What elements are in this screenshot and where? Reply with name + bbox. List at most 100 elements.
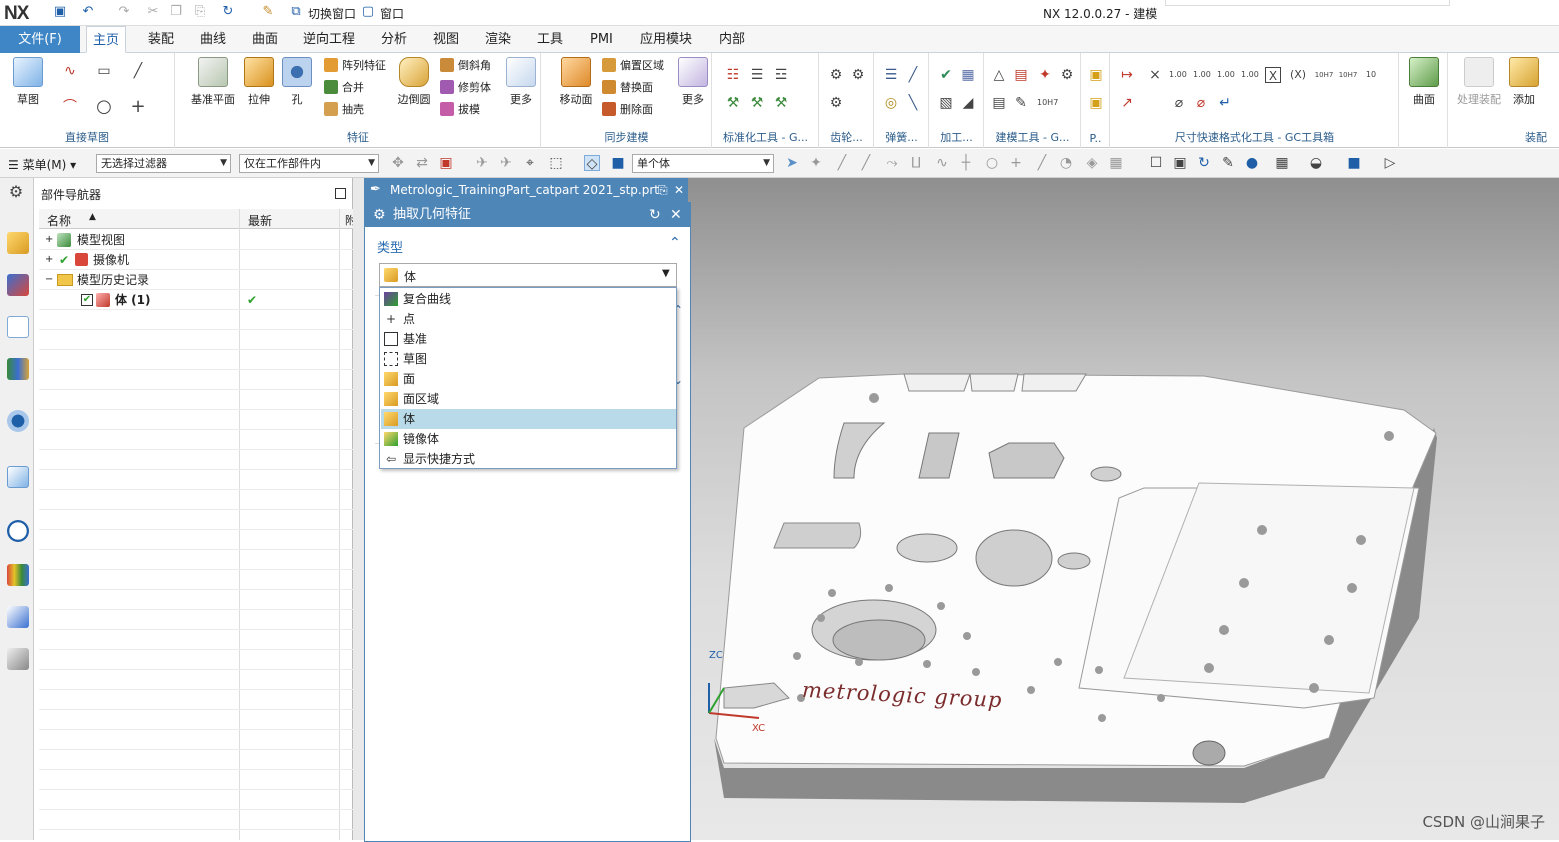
cut-icon[interactable]: ✂ — [145, 4, 161, 20]
delete-face-button[interactable]: 删除面 — [602, 101, 653, 119]
list-item[interactable]: 基准 — [381, 329, 676, 349]
snap-icon[interactable]: ✥ — [390, 155, 406, 171]
std-tool-3-icon[interactable]: ☲ — [773, 67, 789, 83]
snap-point-icon-9[interactable]: + — [1008, 155, 1024, 171]
column-latest-header[interactable]: 最新 — [248, 212, 272, 229]
dim-label-7[interactable]: 10H7 — [1313, 67, 1335, 83]
tab-render[interactable]: 渲染 — [479, 26, 517, 53]
document-tab[interactable]: ✒ Metrologic_TrainingPart_catpart 2021_s… — [364, 178, 688, 202]
snap-arrow-icon[interactable]: ➤ — [784, 155, 800, 171]
tab-file[interactable]: 文件(F) — [0, 26, 80, 53]
hole-button[interactable]: 孔 — [282, 57, 312, 107]
body-rule-select[interactable]: 单个体▼ — [632, 154, 774, 173]
maximize-icon[interactable] — [335, 188, 346, 199]
type-filter-icon[interactable]: ▣ — [438, 155, 454, 171]
switch-window-icon[interactable]: ⧉ — [288, 4, 304, 20]
rectangle-select-icon[interactable]: ⬚ — [548, 155, 564, 171]
list-item[interactable]: ⇦显示快捷方式 — [381, 449, 676, 469]
tree-row-model-views[interactable]: + 模型视图 — [39, 230, 353, 250]
list-item[interactable]: 复合曲线 — [381, 289, 676, 309]
sort-ascending-icon[interactable]: ▲ — [89, 212, 96, 222]
snap-point-icon-7[interactable]: ┼ — [958, 155, 974, 171]
part-navigator-icon[interactable] — [7, 316, 29, 338]
expand-icon[interactable]: + — [45, 250, 53, 270]
select-icon-3[interactable]: ⌖ — [522, 155, 538, 171]
snap-point-icon-4[interactable]: ⤳ — [884, 155, 900, 171]
machining-tool-3-icon[interactable]: ▧ — [938, 95, 954, 111]
std-tool-6-icon[interactable]: ⚒ — [773, 95, 789, 111]
tree-row-body[interactable]: ✔ 体 (1) ✔ — [39, 290, 353, 310]
tab-tools[interactable]: 工具 — [531, 26, 569, 53]
dim-tool-x-icon[interactable]: × — [1147, 67, 1163, 83]
list-item[interactable]: 草图 — [381, 349, 676, 369]
process-assembly-button[interactable]: 处理装配 — [1453, 57, 1505, 107]
feature-more-button[interactable]: 更多 — [506, 57, 536, 107]
replace-face-button[interactable]: 替换面 — [602, 79, 653, 97]
body-select-icon[interactable]: ◇ — [584, 155, 600, 171]
std-tool-5-icon[interactable]: ⚒ — [749, 95, 765, 111]
menu-button[interactable]: ☰ 菜单(M) ▾ — [8, 156, 76, 173]
repeat-command-icon[interactable]: ↻ — [220, 4, 236, 20]
style-icon[interactable]: ● — [1244, 155, 1260, 171]
window-icon[interactable]: ▢ — [360, 4, 376, 20]
arc-icon[interactable]: ⌒ — [62, 99, 78, 115]
list-item[interactable]: 面区域 — [381, 389, 676, 409]
dim-tool-5-icon[interactable]: ↵ — [1217, 95, 1233, 111]
machining-tool-1-icon[interactable]: ✔ — [938, 67, 954, 83]
tree-row-cameras[interactable]: + ✔ 摄像机 — [39, 250, 353, 270]
snap-point-icon-11[interactable]: ◔ — [1058, 155, 1074, 171]
tab-internal[interactable]: 内部 — [713, 26, 751, 53]
show-hide-icon[interactable]: ▷ — [1382, 155, 1398, 171]
surface-button[interactable]: 曲面 — [1406, 57, 1442, 107]
datum-plane-button[interactable]: 基准平面 — [190, 57, 236, 107]
dim-tool-3-icon[interactable]: ⌀ — [1171, 95, 1187, 111]
solid-body-icon[interactable]: ■ — [610, 155, 626, 171]
pattern-feature-button[interactable]: 阵列特征 — [324, 57, 386, 75]
line-icon[interactable]: ╱ — [130, 63, 146, 79]
modeling-tool-2-icon[interactable]: ▤ — [1013, 67, 1029, 83]
p-tool-2-icon[interactable]: ▣ — [1088, 95, 1104, 111]
dim-label-4[interactable]: 1.00 — [1241, 67, 1257, 83]
snap-point-icon-3[interactable]: ╱ — [858, 155, 874, 171]
spring-tool-1-icon[interactable]: ☰ — [883, 67, 899, 83]
close-icon[interactable]: ✕ — [670, 203, 682, 227]
perspective-icon[interactable]: ✎ — [1220, 155, 1236, 171]
type-select[interactable]: 体 ▼ — [379, 263, 677, 287]
column-name-header[interactable]: 名称 — [47, 212, 71, 229]
snap-point-icon-5[interactable]: ⨿ — [908, 155, 924, 171]
machining-tool-2-icon[interactable]: ▦ — [960, 67, 976, 83]
extrude-button[interactable]: 拉伸 — [242, 57, 276, 107]
dim-label-6[interactable]: (X) — [1287, 67, 1309, 83]
modeling-tool-5-icon[interactable]: ▤ — [991, 95, 1007, 111]
save-icon[interactable]: ▣ — [52, 4, 68, 20]
snap-point-icon-13[interactable]: ▦ — [1108, 155, 1124, 171]
trim-body-button[interactable]: 修剪体 — [440, 79, 491, 97]
p-tool-1-icon[interactable]: ▣ — [1088, 67, 1104, 83]
touch-mode-icon[interactable]: ✎ — [260, 4, 276, 20]
tab-analysis[interactable]: 分析 — [375, 26, 413, 53]
dim-tool-4-icon[interactable]: ⌀ — [1193, 95, 1209, 111]
std-tool-4-icon[interactable]: ⚒ — [725, 95, 741, 111]
select-icon-1[interactable]: ✈ — [474, 155, 490, 171]
roles-icon[interactable] — [7, 648, 29, 670]
snap-point-icon-8[interactable]: ○ — [984, 155, 1000, 171]
list-item[interactable]: 镜像体 — [381, 429, 676, 449]
tab-assembly[interactable]: 装配 — [142, 26, 180, 53]
tab-home[interactable]: 主页 — [86, 26, 126, 53]
undo-icon[interactable]: ↶ — [80, 4, 96, 20]
spring-tool-2-icon[interactable]: ╱ — [905, 67, 921, 83]
snap-point-icon-12[interactable]: ◈ — [1084, 155, 1100, 171]
tab-reverse-engineering[interactable]: 逆向工程 — [297, 26, 361, 53]
snap-point-icon-2[interactable]: ╱ — [834, 155, 850, 171]
tab-surface[interactable]: 曲面 — [246, 26, 284, 53]
fit-view-icon[interactable]: ☐ — [1148, 155, 1164, 171]
list-item-selected[interactable]: 体 — [381, 409, 676, 429]
process-studio-icon[interactable] — [7, 606, 29, 628]
gear-tool-1-icon[interactable]: ⚙ — [828, 67, 844, 83]
visibility-checkbox[interactable]: ✔ — [81, 294, 93, 306]
rotate-icon[interactable]: ↻ — [1196, 155, 1212, 171]
list-item[interactable]: 面 — [381, 369, 676, 389]
offset-region-button[interactable]: 偏置区域 — [602, 57, 664, 75]
tab-curve[interactable]: 曲线 — [194, 26, 232, 53]
window-menu-button[interactable]: 窗口 — [380, 5, 404, 22]
